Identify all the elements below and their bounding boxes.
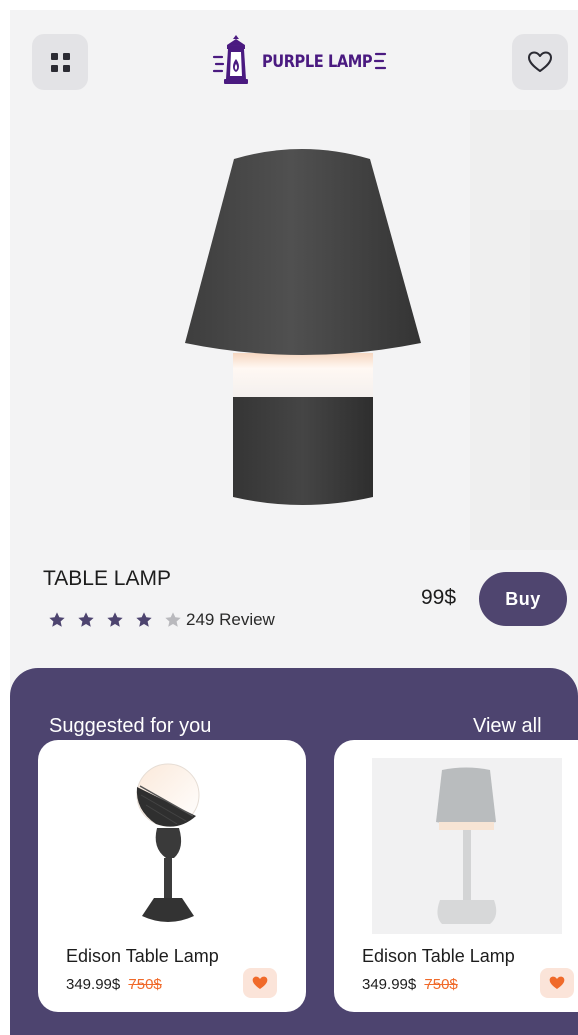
- section-title: Suggested for you: [49, 715, 212, 737]
- product-thumbnail: [136, 763, 200, 922]
- old-price: 750$: [128, 976, 162, 993]
- product-screen: PURPLE LAMP TABLE LAMP 249 Review 99$ Bu…: [10, 10, 578, 1035]
- heart-filled-icon: [252, 976, 268, 989]
- logo: PURPLE LAMP: [212, 32, 392, 92]
- lantern-logo-icon: [212, 35, 248, 84]
- favorite-toggle[interactable]: [243, 968, 277, 998]
- favorite-button[interactable]: [512, 34, 568, 90]
- current-price: 349.99$: [66, 976, 121, 993]
- buy-button[interactable]: Buy: [479, 572, 567, 626]
- logo-rays-icon: [373, 52, 387, 70]
- star-filled-icon: [136, 612, 152, 627]
- star-empty-icon: [165, 612, 181, 627]
- product-thumbnail: [372, 758, 562, 934]
- rating: 249 Review: [48, 610, 275, 630]
- suggested-section: Suggested for you View all Edison Table …: [10, 668, 578, 1035]
- current-price: 349.99$: [362, 976, 417, 993]
- product-price: 99$: [421, 586, 457, 609]
- logo-text: PURPLE LAMP: [261, 52, 373, 72]
- menu-button[interactable]: [32, 34, 88, 90]
- star-filled-icon: [49, 612, 65, 627]
- product-price: 349.99$ 750$: [362, 976, 458, 993]
- heart-filled-icon: [549, 976, 565, 989]
- heart-outline-icon: [528, 51, 552, 72]
- product-image: [185, 149, 421, 505]
- product-title: TABLE LAMP: [43, 567, 171, 590]
- grid-icon: [50, 52, 70, 72]
- product-name: Edison Table Lamp: [66, 946, 219, 966]
- product-card[interactable]: Edison Table Lamp 349.99$ 750$: [334, 740, 578, 1012]
- product-name: Edison Table Lamp: [362, 946, 515, 966]
- view-all-link[interactable]: View all: [473, 715, 542, 738]
- review-count[interactable]: 249 Review: [186, 610, 275, 630]
- star-filled-icon: [78, 612, 94, 627]
- product-price: 349.99$ 750$: [66, 976, 162, 993]
- star-filled-icon: [107, 612, 123, 627]
- favorite-toggle[interactable]: [540, 968, 574, 998]
- old-price: 750$: [424, 976, 458, 993]
- product-card[interactable]: Edison Table Lamp 349.99$ 750$: [38, 740, 306, 1012]
- background-shade: [530, 210, 578, 510]
